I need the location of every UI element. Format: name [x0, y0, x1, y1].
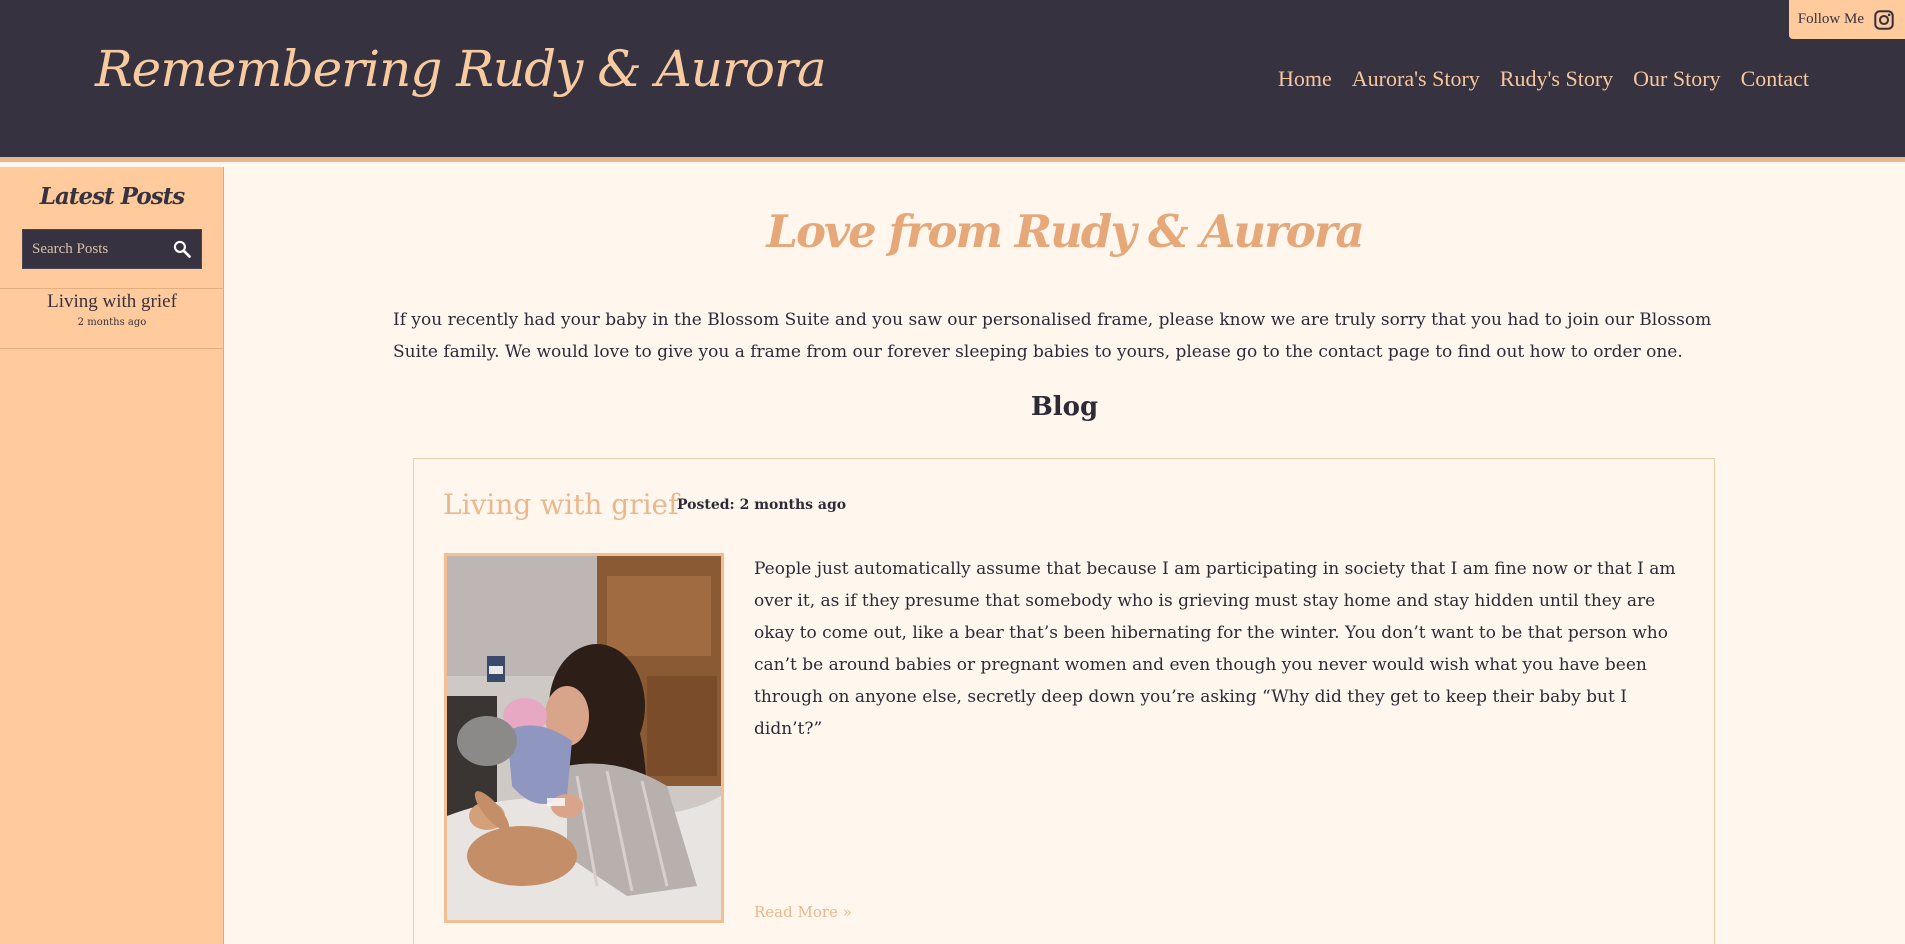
search-input[interactable]: [23, 230, 163, 268]
post-excerpt: People just automatically assume that be…: [754, 559, 1676, 739]
nav-auroras-story[interactable]: Aurora's Story: [1352, 66, 1480, 92]
search-box: [22, 229, 202, 269]
nav-rudys-story[interactable]: Rudy's Story: [1500, 66, 1613, 92]
sidebar-divider: [0, 288, 224, 289]
post-thumbnail[interactable]: [444, 553, 724, 923]
post-photo: [447, 556, 721, 920]
nav-our-story[interactable]: Our Story: [1633, 66, 1720, 92]
post-title-link[interactable]: Living with grief: [443, 488, 678, 521]
instagram-icon: [1874, 9, 1894, 30]
site-header: Remembering Rudy & Aurora Home Aurora's …: [0, 0, 1905, 162]
nav-contact[interactable]: Contact: [1741, 66, 1809, 92]
post-date: Posted: 2 months ago: [677, 497, 847, 513]
page-title: Love from Rudy & Aurora: [766, 205, 1364, 258]
follow-me-button[interactable]: Follow Me: [1789, 0, 1905, 39]
search-icon[interactable]: [172, 239, 192, 259]
sidebar-divider: [0, 348, 224, 349]
blog-post-card: Living with grief Posted: 2 months ago P…: [413, 458, 1715, 944]
main-nav: Home Aurora's Story Rudy's Story Our Sto…: [1278, 66, 1809, 92]
sidebar-title: Latest Posts: [39, 183, 185, 210]
sidebar-post-date: 2 months ago: [77, 317, 147, 328]
sidebar: Latest Posts Living with grief 2 months …: [0, 167, 224, 944]
intro-text: If you recently had your baby in the Blo…: [393, 310, 1712, 362]
read-more-link[interactable]: Read More »: [754, 903, 852, 921]
sidebar-post-title: Living with grief: [47, 291, 177, 312]
nav-home[interactable]: Home: [1278, 66, 1332, 92]
blog-heading: Blog: [1030, 392, 1099, 422]
site-title[interactable]: Remembering Rudy & Aurora: [95, 40, 827, 98]
follow-me-label: Follow Me: [1797, 11, 1864, 27]
sidebar-post-item[interactable]: Living with grief 2 months ago: [0, 291, 224, 328]
